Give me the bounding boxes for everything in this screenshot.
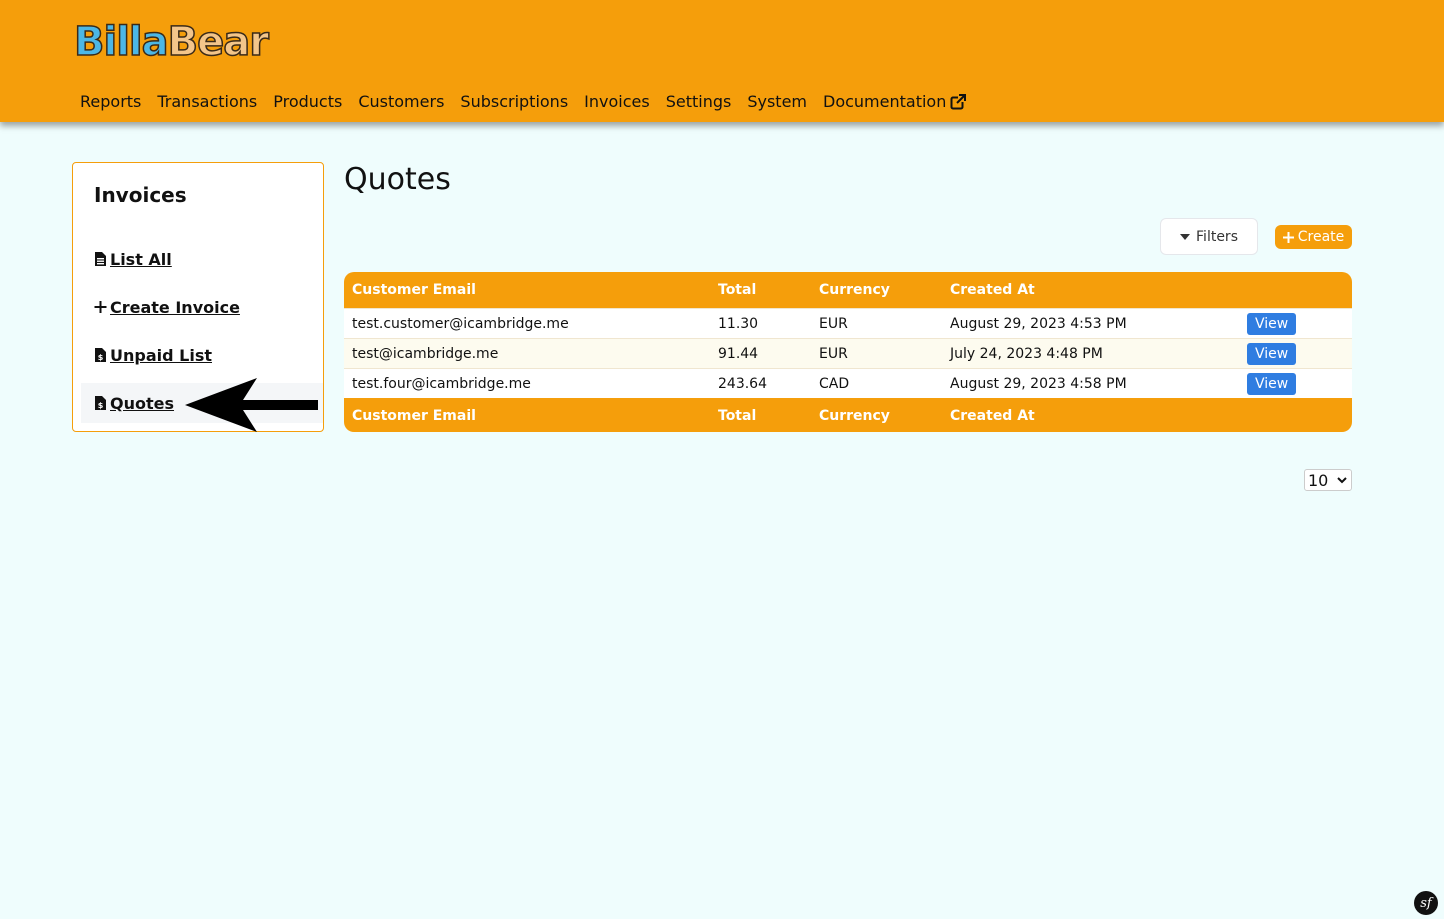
nav-customers[interactable]: Customers bbox=[358, 91, 444, 113]
view-button[interactable]: View bbox=[1247, 342, 1297, 365]
cell-email: test@icambridge.me bbox=[344, 338, 710, 369]
sidebar-item-list-all[interactable]: List All bbox=[81, 239, 323, 279]
cell-currency: EUR bbox=[811, 308, 942, 339]
cell-action: View bbox=[1239, 338, 1352, 369]
sidebar-item-label: Create Invoice bbox=[110, 297, 240, 317]
filters-button[interactable]: Filters bbox=[1160, 218, 1258, 255]
column-header-created-at: Created At bbox=[942, 272, 1239, 309]
column-header-actions bbox=[1239, 272, 1352, 309]
cell-action: View bbox=[1239, 308, 1352, 339]
cell-total: 91.44 bbox=[710, 338, 811, 369]
cell-created-at: July 24, 2023 4:48 PM bbox=[942, 338, 1239, 369]
column-footer-currency: Currency bbox=[811, 398, 942, 432]
plus-icon bbox=[1282, 231, 1294, 243]
nav-system[interactable]: System bbox=[747, 91, 807, 113]
cell-email: test.customer@icambridge.me bbox=[344, 308, 710, 339]
nav-invoices[interactable]: Invoices bbox=[584, 91, 650, 113]
file-invoice-icon bbox=[95, 252, 106, 266]
chevron-down-icon bbox=[1337, 476, 1347, 483]
caret-down-icon bbox=[1180, 233, 1191, 240]
arrow-left-icon bbox=[185, 378, 318, 432]
cell-total: 11.30 bbox=[710, 308, 811, 339]
billabear-logo[interactable]: BillaBear bbox=[73, 19, 269, 65]
sidebar-item-label: List All bbox=[110, 249, 172, 269]
top-header: BillaBear Reports Transactions Products … bbox=[0, 0, 1444, 122]
create-button[interactable]: Create bbox=[1275, 225, 1352, 249]
quotes-table: Customer Email Total Currency Created At… bbox=[344, 272, 1352, 432]
cell-currency: CAD bbox=[811, 368, 942, 398]
column-footer-total: Total bbox=[710, 398, 811, 432]
cell-action: View bbox=[1239, 368, 1352, 398]
nav-subscriptions[interactable]: Subscriptions bbox=[460, 91, 568, 113]
cell-currency: EUR bbox=[811, 338, 942, 369]
column-header-customer-email: Customer Email bbox=[344, 272, 710, 309]
table-row: test@icambridge.me 91.44 EUR July 24, 20… bbox=[344, 338, 1352, 369]
file-invoice-dollar-icon: $ bbox=[95, 348, 106, 362]
page-size-value: 10 bbox=[1308, 470, 1329, 490]
page-title: Quotes bbox=[344, 162, 451, 197]
cell-email: test.four@icambridge.me bbox=[344, 368, 710, 398]
filters-label: Filters bbox=[1196, 228, 1238, 245]
nav-documentation-label: Documentation bbox=[823, 92, 947, 111]
plus-icon bbox=[94, 301, 107, 313]
nav-products[interactable]: Products bbox=[273, 91, 342, 113]
column-header-currency: Currency bbox=[811, 272, 942, 309]
view-button[interactable]: View bbox=[1247, 372, 1297, 395]
sidebar-item-create-invoice[interactable]: Create Invoice bbox=[81, 287, 323, 327]
cell-created-at: August 29, 2023 4:53 PM bbox=[942, 308, 1239, 339]
symfony-debug-toolbar-toggle[interactable]: sf bbox=[1414, 891, 1438, 915]
table-header-row: Customer Email Total Currency Created At bbox=[344, 272, 1352, 309]
cell-created-at: August 29, 2023 4:58 PM bbox=[942, 368, 1239, 398]
table-row: test.four@icambridge.me 243.64 CAD Augus… bbox=[344, 368, 1352, 398]
sidebar-title: Invoices bbox=[94, 183, 187, 207]
nav-settings[interactable]: Settings bbox=[666, 91, 732, 113]
sidebar-item-label: Unpaid List bbox=[110, 345, 212, 365]
column-footer-actions bbox=[1239, 398, 1352, 432]
sidebar-item-label: Quotes bbox=[110, 393, 175, 413]
external-link-icon bbox=[950, 94, 967, 110]
table-footer-row: Customer Email Total Currency Created At bbox=[344, 398, 1352, 432]
column-footer-customer-email: Customer Email bbox=[344, 398, 710, 432]
column-footer-created-at: Created At bbox=[942, 398, 1239, 432]
file-invoice-dollar-icon: $ bbox=[95, 396, 106, 410]
nav-transactions[interactable]: Transactions bbox=[157, 91, 257, 113]
nav-documentation[interactable]: Documentation bbox=[823, 91, 967, 113]
page-size-select[interactable]: 10 bbox=[1304, 469, 1352, 491]
nav-reports[interactable]: Reports bbox=[80, 91, 141, 113]
create-label: Create bbox=[1297, 229, 1345, 245]
cell-total: 243.64 bbox=[710, 368, 811, 398]
main-nav: Reports Transactions Products Customers … bbox=[80, 91, 967, 113]
view-button[interactable]: View bbox=[1247, 312, 1297, 335]
svg-text:$: $ bbox=[98, 353, 104, 362]
table-row: test.customer@icambridge.me 11.30 EUR Au… bbox=[344, 308, 1352, 339]
sidebar-item-unpaid-list[interactable]: $ Unpaid List bbox=[81, 335, 323, 375]
svg-text:$: $ bbox=[98, 401, 104, 410]
column-header-total: Total bbox=[710, 272, 811, 309]
